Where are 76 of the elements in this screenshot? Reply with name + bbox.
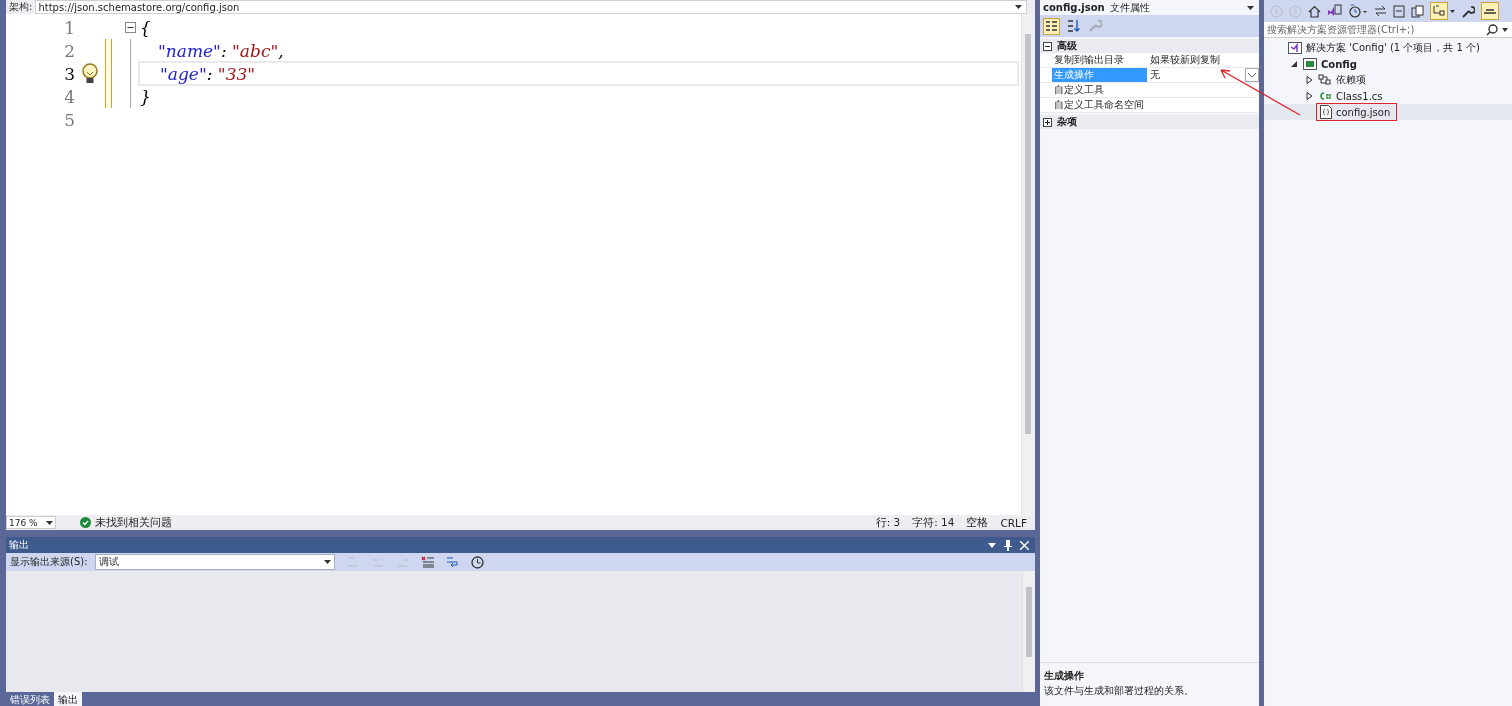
expander-icon[interactable]: [1290, 60, 1298, 68]
description-text: 该文件与生成和部署过程的关系。: [1044, 685, 1195, 698]
line-number: 4: [63, 86, 75, 107]
property-value: 如果较新则复制: [1150, 53, 1221, 67]
tree-item[interactable]: 依赖项: [1316, 72, 1370, 88]
search-icon: [1486, 23, 1498, 36]
properties-subtitle: 文件属性: [1109, 0, 1150, 15]
chevron-down-icon: [1248, 72, 1256, 78]
char-status: 字符: 14: [912, 515, 955, 530]
issues-status[interactable]: 未找到相关问题: [95, 515, 172, 530]
panel-tab[interactable]: 错误列表: [6, 692, 54, 706]
indent-status[interactable]: 空格: [966, 515, 989, 530]
line-number: 5: [63, 109, 75, 130]
property-value: 无: [1150, 68, 1161, 82]
panel-title: 输出: [9, 538, 29, 552]
clock-icon[interactable]: [470, 555, 484, 569]
tree-item[interactable]: 解决方案 'Config' (1 个项目，共 1 个): [1286, 40, 1484, 56]
dropdown-caret-icon[interactable]: [988, 542, 996, 548]
project-icon: [1303, 58, 1317, 70]
code-line: "age": "33": [160, 63, 256, 84]
preview-icon[interactable]: [1481, 2, 1499, 20]
sync-icon[interactable]: [1374, 5, 1387, 17]
line-number: 1: [63, 17, 75, 38]
code-line: }: [140, 86, 151, 107]
panel-tab[interactable]: 输出: [54, 692, 82, 706]
property-name[interactable]: 复制到输出目录: [1052, 53, 1147, 67]
solution-icon: [1288, 42, 1302, 54]
home-icon[interactable]: [1308, 4, 1321, 18]
line-number: 2: [63, 40, 75, 61]
category-label: 杂项: [1057, 115, 1077, 129]
line-status: 行: 3: [875, 515, 901, 530]
csharp-file-icon: [1318, 90, 1332, 102]
line-number: 3: [63, 63, 75, 84]
clear-all-icon[interactable]: [420, 556, 435, 568]
expander-icon[interactable]: [1305, 92, 1313, 100]
sort-alphabetical-icon[interactable]: [1066, 18, 1082, 34]
dropdown-caret-icon: [46, 520, 53, 525]
lightbulb-icon[interactable]: [81, 62, 99, 85]
code-line: "name": "abc",: [158, 40, 284, 61]
dependencies-icon: [1318, 74, 1332, 86]
collapse-all-icon[interactable]: [1393, 4, 1405, 18]
categorized-icon[interactable]: [1043, 17, 1060, 35]
value-dropdown-button[interactable]: [1245, 68, 1259, 82]
schema-label: 架构:: [9, 0, 33, 14]
switch-views-icon[interactable]: [1327, 4, 1342, 18]
code-line: {: [140, 17, 151, 38]
tree-item[interactable]: Config: [1301, 56, 1361, 72]
json-file-icon: [1320, 105, 1332, 119]
search-field[interactable]: 搜索解决方案资源管理器(Ctrl+;): [1264, 22, 1512, 38]
word-wrap-icon[interactable]: [445, 556, 460, 568]
scrollbar[interactable]: [1022, 571, 1035, 692]
line-ending-status[interactable]: CRLF: [1000, 516, 1027, 529]
dropdown-caret-icon: [323, 560, 331, 564]
history-icon[interactable]: [1348, 4, 1368, 18]
copy-icon[interactable]: [1411, 4, 1424, 18]
filter-tree-icon[interactable]: [1430, 2, 1456, 20]
dropdown-caret-icon: [1015, 5, 1022, 9]
zoom-dropdown[interactable]: 176 %: [6, 516, 56, 529]
category-label: 高级: [1057, 39, 1077, 53]
properties-title: config.json: [1043, 2, 1105, 13]
expander-icon[interactable]: [1043, 117, 1052, 127]
highlighted-tree-item[interactable]: config.json: [1316, 103, 1398, 121]
source-label: 显示输出来源(S):: [10, 555, 88, 569]
tree-item[interactable]: Class1.cs: [1316, 88, 1387, 104]
description-title: 生成操作: [1044, 669, 1085, 683]
expander-icon[interactable]: [1043, 41, 1052, 51]
dropdown-caret-icon[interactable]: [1247, 5, 1254, 10]
dropdown-caret-icon: [1502, 27, 1508, 32]
wrench-icon[interactable]: [1462, 4, 1475, 18]
collapse-icon[interactable]: [125, 22, 136, 33]
check-icon: [80, 517, 91, 528]
close-icon[interactable]: [1020, 540, 1029, 550]
expander-icon[interactable]: [1305, 76, 1313, 84]
schema-dropdown[interactable]: https://json.schemastore.org/config.json: [35, 0, 1027, 14]
source-dropdown[interactable]: 调试: [94, 554, 335, 570]
pin-icon[interactable]: [1004, 539, 1012, 551]
